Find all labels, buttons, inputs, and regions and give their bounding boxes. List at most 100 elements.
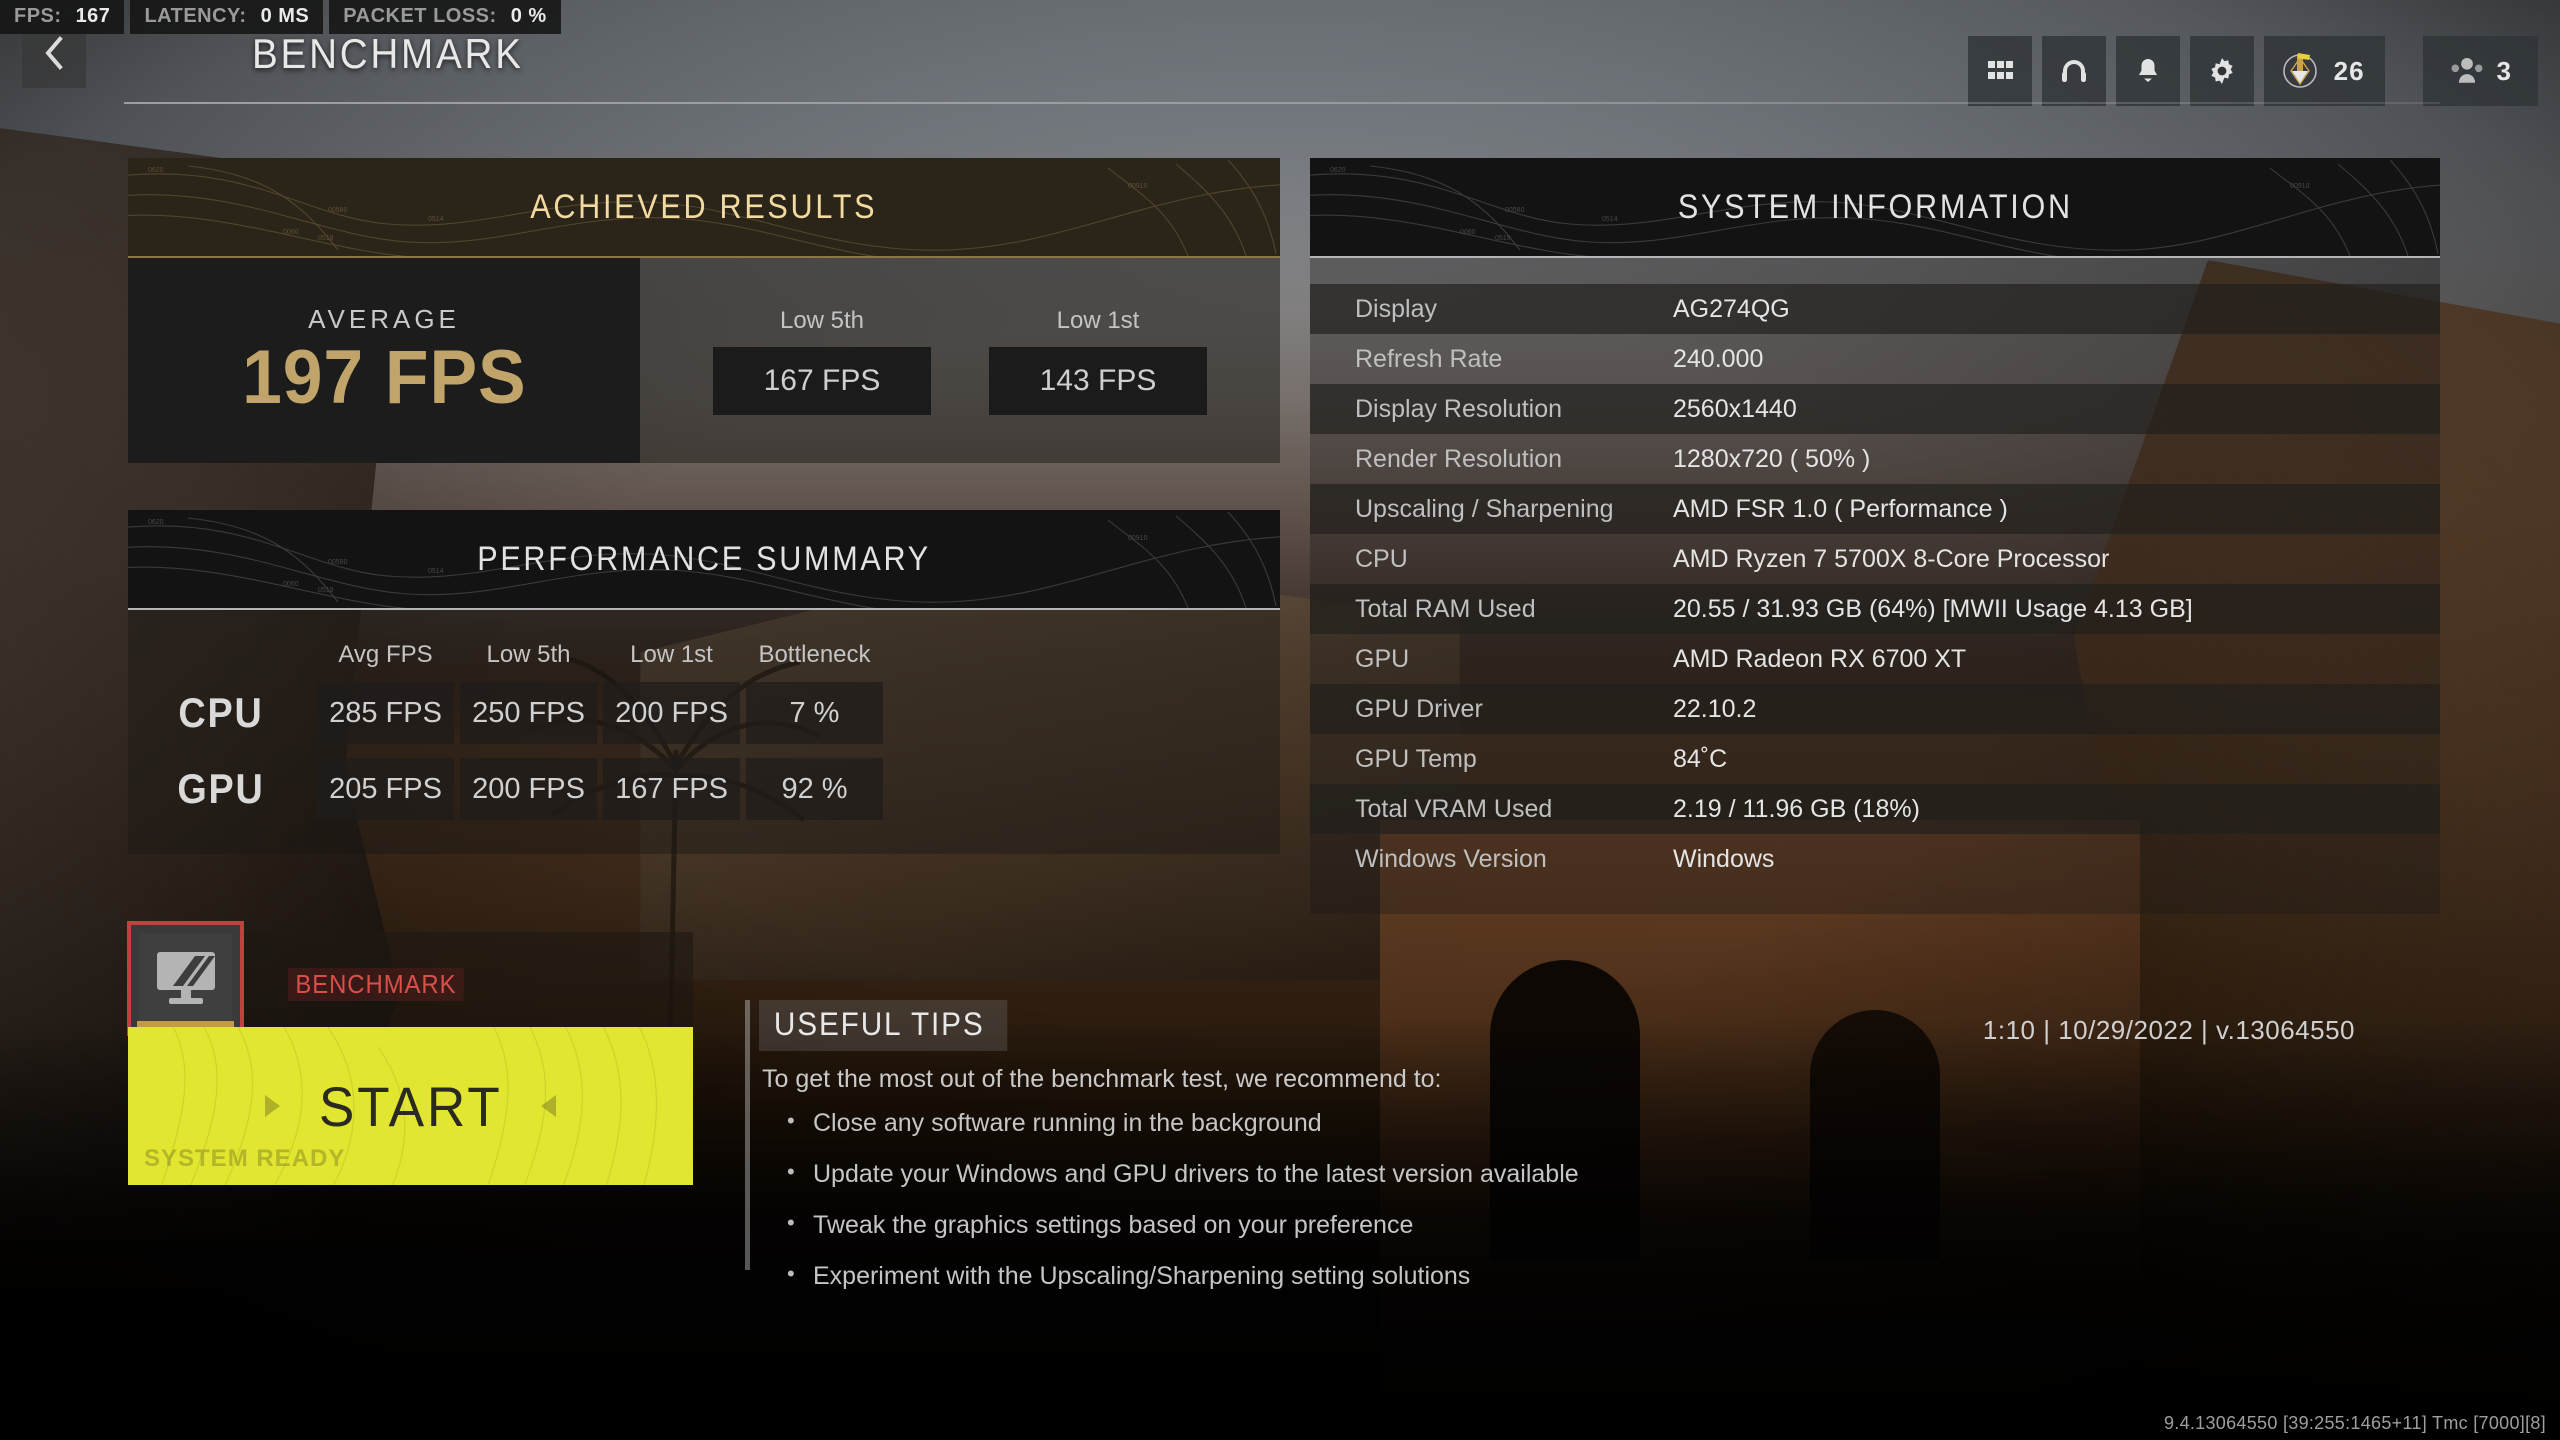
sysinfo-row-gpu-temp: GPU Temp 84˚C <box>1310 734 2440 784</box>
chevron-left-icon <box>45 36 63 70</box>
system-information-header: 00580 0514 0060 0519 00910 0620 SYSTEM INFO… <box>1310 158 2440 258</box>
svg-text:0620: 0620 <box>1330 167 1346 174</box>
column-header-bottleneck: Bottleneck <box>758 641 871 668</box>
hud-fps-label: FPS: <box>14 5 62 27</box>
grid-apps-button[interactable] <box>1967 36 2032 106</box>
sysinfo-value: 20.55 / 31.93 GB (64%) [MWII Usage 4.13 … <box>1673 594 2193 623</box>
run-metadata: 1:10 | 10/29/2022 | v.13064550 <box>1982 1015 2355 1045</box>
hud-latency-label: LATENCY: <box>144 5 247 27</box>
sysinfo-value: AMD Ryzen 7 5700X 8-Core Processor <box>1673 544 2110 573</box>
sysinfo-key: Total RAM Used <box>1355 594 1536 623</box>
sysinfo-row-windows-version: Windows Version Windows <box>1310 834 2440 884</box>
cpu-bottleneck: 7 % <box>746 682 883 744</box>
benchmark-tag: BENCHMARK <box>288 968 464 1001</box>
benchmark-screen: FPS: 167 LATENCY: 0 MS PACKET LOSS: 0 % … <box>0 0 2560 1440</box>
benchmark-thumb-inner <box>139 933 232 1024</box>
sysinfo-key: GPU Temp <box>1355 744 1477 773</box>
useful-tips-item: Update your Windows and GPU drivers to t… <box>787 1149 1645 1200</box>
notifications-button[interactable] <box>2115 36 2180 106</box>
start-chevron-left-icon <box>264 1095 280 1117</box>
sysinfo-row-total-ram-used: Total RAM Used 20.55 / 31.93 GB (64%) [M… <box>1310 584 2440 634</box>
gpu-bottleneck: 92 % <box>746 758 883 820</box>
benchmark-card-top: BENCHMARK <box>127 921 693 1036</box>
table-row-cpu: CPU 285 FPS 250 FPS 200 FPS 7 % <box>128 682 1280 744</box>
performance-hud: FPS: 167 LATENCY: 0 MS PACKET LOSS: 0 % <box>0 0 561 34</box>
grid-apps-icon <box>1987 61 2013 79</box>
average-label: AVERAGE <box>308 304 460 335</box>
svg-text:0519: 0519 <box>1495 235 1511 242</box>
svg-text:00910: 00910 <box>1128 183 1148 190</box>
svg-text:00910: 00910 <box>2290 183 2310 190</box>
achieved-results-panel: 00580 0514 0060 0519 00910 0620 ACHIEVED RE… <box>128 158 1280 463</box>
sysinfo-key: Refresh Rate <box>1355 344 1503 373</box>
svg-text:0620: 0620 <box>148 167 164 174</box>
svg-text:0519: 0519 <box>318 587 334 594</box>
svg-text:0060: 0060 <box>283 581 299 588</box>
gpu-low-5th: 200 FPS <box>460 758 597 820</box>
sysinfo-key: Total VRAM Used <box>1355 794 1553 823</box>
bell-notification-icon <box>2138 59 2157 82</box>
party-count: 3 <box>2496 55 2512 86</box>
low-1st-value: 143 FPS <box>989 346 1207 415</box>
column-header-avg-fps: Avg FPS <box>338 641 433 668</box>
useful-tips-item: Experiment with the Upscaling/Sharpening… <box>787 1251 1645 1302</box>
sysinfo-value: AMD FSR 1.0 ( Performance ) <box>1673 494 2008 523</box>
header-divider <box>124 102 2440 104</box>
svg-text:00580: 00580 <box>1505 207 1525 214</box>
squad-player-icon <box>2451 57 2483 83</box>
cpu-low-1st: 200 FPS <box>603 682 740 744</box>
svg-text:00580: 00580 <box>328 559 348 566</box>
column-header-low-1st: Low 1st <box>630 641 713 668</box>
low-fps-block: Low 5th 167 FPS Low 1st 143 FPS <box>640 258 1280 463</box>
svg-text:0620: 0620 <box>148 519 164 526</box>
row-label-gpu: GPU <box>177 765 265 812</box>
svg-text:0514: 0514 <box>428 568 444 575</box>
useful-tips-intro: To get the most out of the benchmark tes… <box>762 1065 1442 1093</box>
build-metadata: 9.4.13064550 [39:255:1465+11] Tmc [7000]… <box>2163 1413 2546 1433</box>
average-value: 197 FPS <box>241 335 527 421</box>
low-1st-label: Low 1st <box>1056 306 1140 334</box>
battlepass-button[interactable]: 26 <box>2263 36 2385 106</box>
performance-summary-body: Avg FPS Low 5th Low 1st Bottleneck CPU 2… <box>128 610 1280 854</box>
sysinfo-row-render-resolution: Render Resolution 1280x720 ( 50% ) <box>1310 434 2440 484</box>
useful-tips-item: Close any software running in the backgr… <box>787 1098 1645 1149</box>
hud-packet-loss-label: PACKET LOSS: <box>343 5 497 27</box>
sysinfo-row-upscaling: Upscaling / Sharpening AMD FSR 1.0 ( Per… <box>1310 484 2440 534</box>
performance-summary-header: 00580 0514 0060 0519 00910 0620 PERFORMANCE… <box>128 510 1280 610</box>
sysinfo-value: 22.10.2 <box>1673 694 1757 723</box>
achieved-results-body: AVERAGE 197 FPS Low 5th 167 FPS Low 1st … <box>128 258 1280 463</box>
benchmark-monitor-icon <box>156 951 215 1004</box>
svg-text:00910: 00910 <box>1128 535 1148 542</box>
row-label-cpu: CPU <box>178 689 264 736</box>
svg-text:0514: 0514 <box>428 216 444 223</box>
sysinfo-row-display-resolution: Display Resolution 2560x1440 <box>1310 384 2440 434</box>
party-button[interactable]: 3 <box>2422 36 2538 106</box>
sysinfo-key: CPU <box>1355 544 1408 573</box>
benchmark-thumbnail <box>127 921 244 1036</box>
useful-tips-section: USEFUL TIPS To get the most out of the b… <box>745 1000 1645 1302</box>
start-button[interactable]: START SYSTEM READY <box>128 1027 693 1185</box>
sysinfo-row-gpu: GPU AMD Radeon RX 6700 XT <box>1310 634 2440 684</box>
low-1st-cell: Low 1st 143 FPS <box>989 307 1207 415</box>
svg-text:0060: 0060 <box>283 229 299 236</box>
column-header-low-5th: Low 5th <box>486 641 571 668</box>
useful-tips-title: USEFUL TIPS <box>759 1000 1007 1051</box>
sysinfo-row-cpu: CPU AMD Ryzen 7 5700X 8-Core Processor <box>1310 534 2440 584</box>
sysinfo-key: GPU Driver <box>1355 694 1483 723</box>
headset-button[interactable] <box>2041 36 2106 106</box>
sysinfo-value: Windows <box>1673 844 1775 873</box>
performance-table-header-row: Avg FPS Low 5th Low 1st Bottleneck <box>128 636 1280 674</box>
sysinfo-row-total-vram-used: Total VRAM Used 2.19 / 11.96 GB (18%) <box>1310 784 2440 834</box>
page-title: BENCHMARK <box>252 30 524 77</box>
sysinfo-row-gpu-driver: GPU Driver 22.10.2 <box>1310 684 2440 734</box>
system-information-panel: 00580 0514 0060 0519 00910 0620 SYSTEM INFO… <box>1310 158 2440 914</box>
hud-packet-loss: PACKET LOSS: 0 % <box>329 0 561 34</box>
battlepass-count: 26 <box>2333 55 2365 86</box>
settings-button[interactable] <box>2189 36 2254 106</box>
sysinfo-key: Display <box>1355 294 1437 323</box>
sysinfo-key: Render Resolution <box>1355 444 1563 473</box>
sysinfo-key: GPU <box>1355 644 1410 673</box>
performance-summary-panel: 00580 0514 0060 0519 00910 0620 PERFORMANCE… <box>128 510 1280 854</box>
sysinfo-value: 1280x720 ( 50% ) <box>1673 444 1871 473</box>
svg-text:00580: 00580 <box>328 207 348 214</box>
